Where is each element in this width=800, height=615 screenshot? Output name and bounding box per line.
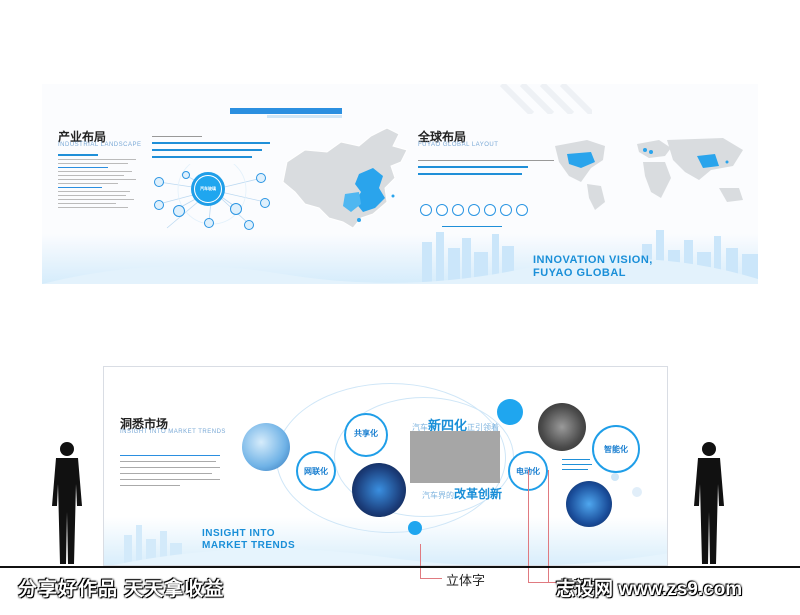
accent-dot bbox=[497, 399, 523, 425]
center-bottom-prefix: 汽车界的 bbox=[422, 491, 454, 500]
ring-intelligent: 智能化 bbox=[592, 425, 640, 473]
connected-car-photo bbox=[352, 463, 406, 517]
ring-connected: 网联化 bbox=[296, 451, 336, 491]
network-node bbox=[154, 177, 164, 187]
right-text-lines bbox=[562, 459, 592, 474]
watermark-left: 分享好作品 天天拿收益 bbox=[18, 579, 225, 600]
smart-chip-photo bbox=[566, 481, 612, 527]
network-node bbox=[256, 173, 266, 183]
global-text-lines bbox=[418, 160, 558, 180]
ring-connected-label: 网联化 bbox=[304, 466, 328, 476]
network-node bbox=[154, 200, 164, 210]
ring-shared: 共享化 bbox=[344, 413, 388, 457]
accent-dot bbox=[632, 487, 642, 497]
ring-shared-label: 共享化 bbox=[354, 428, 378, 438]
callout-line-left-h bbox=[420, 578, 442, 579]
callout-label-left: 立体字 bbox=[446, 573, 486, 588]
ring-intelligent-label: 智能化 bbox=[604, 444, 628, 454]
market-text-lines bbox=[120, 455, 220, 491]
callout-line-right-h bbox=[528, 582, 556, 583]
world-map bbox=[555, 138, 743, 210]
network-node bbox=[173, 205, 185, 217]
global-icon-row bbox=[420, 204, 530, 218]
accent-dot bbox=[408, 521, 422, 535]
person-silhouette-right bbox=[694, 442, 724, 564]
center-bottom-line: 汽车界的改革创新 bbox=[422, 485, 502, 503]
industrial-hub: 汽车玻璃 bbox=[191, 172, 225, 206]
top-right-decor bbox=[499, 84, 592, 114]
industrial-subtitle: INDUSTRIAL LANDSCAPE bbox=[58, 142, 142, 148]
top-slogan-line1: INNOVATION VISION, bbox=[533, 254, 653, 266]
floor-line bbox=[0, 566, 800, 568]
person-silhouette-left bbox=[52, 442, 82, 564]
industrial-text-block bbox=[58, 154, 136, 211]
top-accent-bar bbox=[230, 108, 342, 114]
china-map bbox=[282, 127, 408, 229]
callout-line-left bbox=[420, 544, 421, 578]
industrial-intro-lines bbox=[152, 136, 272, 163]
network-node bbox=[230, 203, 242, 215]
network-node bbox=[182, 171, 190, 179]
center-bottom-highlight: 改革创新 bbox=[454, 487, 503, 501]
market-slogan-line2: MARKET TRENDS bbox=[202, 540, 296, 551]
accent-dot bbox=[611, 473, 619, 481]
network-node bbox=[244, 220, 254, 230]
global-subtitle: FUYAO GLOBAL LAYOUT bbox=[418, 142, 499, 148]
watermark-right: 志设网 www.zs9.com bbox=[556, 579, 743, 600]
charging-photo bbox=[538, 403, 586, 451]
global-caption-line bbox=[442, 226, 502, 227]
network-node bbox=[204, 218, 214, 228]
network-node bbox=[260, 198, 270, 208]
bottom-display-panel: 洞悉市场 INSIGHT INTO MARKET TRENDS INSIGHT … bbox=[103, 366, 668, 566]
acrylic-panel bbox=[410, 431, 500, 483]
industrial-hub-label: 汽车玻璃 bbox=[200, 186, 216, 191]
top-display-panel: 产业布局 INDUSTRIAL LANDSCAPE 汽车玻璃 全球布局 FUYA… bbox=[42, 84, 758, 284]
top-slogan-line2: FUYAO GLOBAL bbox=[533, 267, 626, 279]
market-subtitle: INSIGHT INTO MARKET TRENDS bbox=[120, 429, 226, 435]
touch-screen-photo bbox=[242, 423, 290, 471]
ring-shared-en bbox=[366, 439, 367, 443]
top-accent-bar-light bbox=[267, 115, 342, 118]
